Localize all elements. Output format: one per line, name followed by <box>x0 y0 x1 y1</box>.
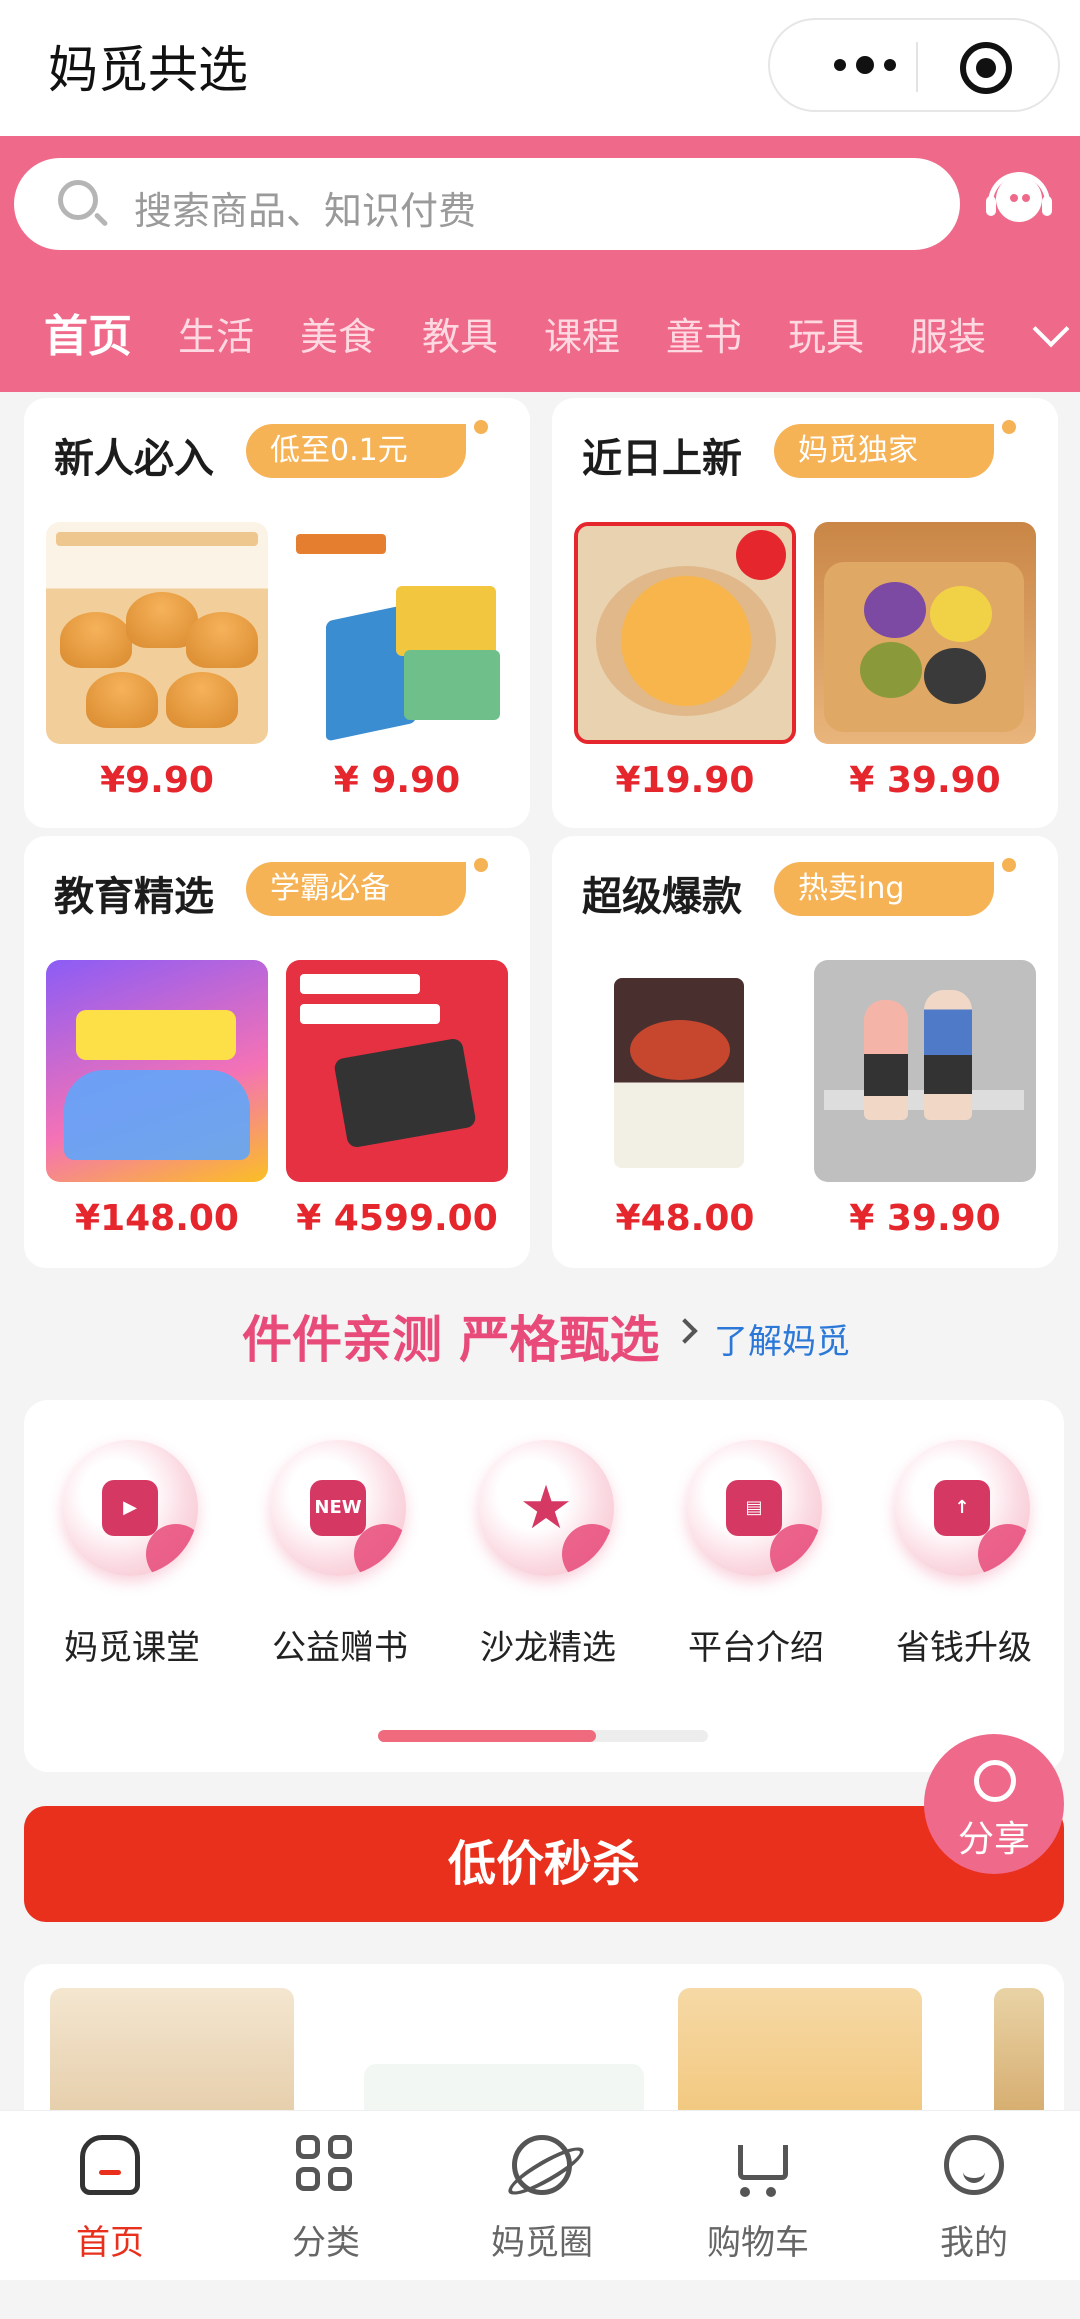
product-image-dumplings[interactable] <box>574 522 796 744</box>
shortcut-classroom[interactable]: ▶ 妈觅课堂 <box>52 1440 202 1680</box>
about-link[interactable]: 了解妈觅 <box>714 1314 850 1363</box>
upgrade-icon: ↑ <box>934 1480 990 1536</box>
mini-program-capsule <box>768 18 1060 112</box>
shortcut-platform-intro[interactable]: ▤ 平台介绍 <box>676 1440 826 1680</box>
product-image-learning-tablet[interactable] <box>286 960 508 1182</box>
promo-card-bestsellers[interactable]: 超级爆款 热卖ing ¥48.00 ¥ 39.90 <box>552 836 1058 1268</box>
shortcut-salon[interactable]: ★ 沙龙精选 <box>468 1440 618 1680</box>
box-play-icon: ▶ <box>102 1480 158 1536</box>
more-dots-icon[interactable] <box>810 40 920 90</box>
category-tabs: 首页 生活 美食 教具 课程 童书 玩具 服装 <box>0 296 1080 376</box>
cart-icon <box>728 2135 788 2197</box>
share-icon <box>974 1760 1016 1802</box>
slogan-text: 件件亲测 严格甄选 <box>242 1311 660 1369</box>
tabbar-label: 我的 <box>940 2223 1008 2263</box>
shortcut-label: 妈觅课堂 <box>64 1628 200 1668</box>
product-price: ¥19.90 <box>615 760 755 801</box>
bottom-tab-bar: 首页 分类 妈觅圈 购物车 我的 <box>0 2110 1080 2280</box>
shortcut-charity-books[interactable]: NEW 公益赠书 <box>260 1440 410 1680</box>
tab-food[interactable]: 美食 <box>300 306 376 361</box>
new-badge-icon: NEW <box>310 1480 366 1536</box>
shortcut-label: 平台介绍 <box>688 1628 824 1668</box>
tabbar-circle[interactable]: 妈觅圈 <box>462 2135 622 2275</box>
search-bar[interactable]: 搜索商品、知识付费 <box>14 158 960 250</box>
tabbar-home[interactable]: 首页 <box>30 2135 190 2275</box>
header-banner: 搜索商品、知识付费 首页 生活 美食 教具 课程 童书 玩具 服装 <box>0 136 1080 392</box>
flash-sale-banner[interactable]: 低价秒杀 <box>24 1806 1064 1922</box>
product-image-kids-clothing[interactable] <box>814 960 1036 1182</box>
capsule-divider <box>916 42 918 92</box>
product-image-noodles[interactable] <box>574 960 796 1182</box>
customer-service-icon[interactable] <box>986 170 1052 236</box>
product-price: ¥9.90 <box>100 760 214 801</box>
tab-courses[interactable]: 课程 <box>544 306 620 361</box>
product-image-steamed-buns[interactable] <box>814 522 1036 744</box>
card-tag: 学霸必备 <box>246 858 488 916</box>
card-title: 教育精选 <box>54 874 214 920</box>
shortcut-label: 沙龙精选 <box>480 1628 616 1668</box>
star-icon: ★ <box>519 1473 573 1543</box>
target-icon[interactable] <box>960 42 1012 94</box>
scroll-indicator-fill <box>378 1730 596 1742</box>
tab-home[interactable]: 首页 <box>44 300 132 364</box>
card-tag: 热卖ing <box>774 858 1016 916</box>
product-image-annual-card[interactable] <box>46 960 268 1182</box>
window-icon: ▤ <box>726 1480 782 1536</box>
card-title: 近日上新 <box>582 436 742 482</box>
share-label: 分享 <box>957 1819 1030 1860</box>
tab-life[interactable]: 生活 <box>178 306 254 361</box>
product-price: ¥ 9.90 <box>333 760 461 801</box>
home-icon <box>80 2135 140 2195</box>
shortcut-scroll-indicator <box>378 1730 708 1742</box>
tabbar-label: 妈觅圈 <box>491 2223 593 2263</box>
share-button[interactable]: 分享 <box>924 1734 1064 1874</box>
tab-childrens-books[interactable]: 童书 <box>666 306 742 361</box>
product-price: ¥ 39.90 <box>849 760 1001 801</box>
search-placeholder: 搜索商品、知识付费 <box>134 189 477 233</box>
product-price: ¥ 39.90 <box>849 1198 1001 1239</box>
tabbar-cart[interactable]: 购物车 <box>678 2135 838 2275</box>
grid-icon <box>296 2135 356 2195</box>
shortcut-grid: ▶ 妈觅课堂 NEW 公益赠书 ★ 沙龙精选 ▤ 平台介绍 ↑ 省钱升级 <box>24 1400 1064 1772</box>
tab-clothing[interactable]: 服装 <box>910 306 986 361</box>
tabbar-label: 分类 <box>292 2223 360 2263</box>
promo-card-new-arrivals[interactable]: 近日上新 妈觅独家 ¥19.90 ¥ 39.90 <box>552 398 1058 828</box>
planet-icon <box>512 2135 572 2195</box>
product-price: ¥48.00 <box>615 1198 755 1239</box>
smile-icon <box>944 2135 1004 2195</box>
system-bar <box>0 2280 1080 2319</box>
card-title: 新人必入 <box>54 436 214 482</box>
shortcut-label: 公益赠书 <box>272 1628 408 1668</box>
promo-card-education[interactable]: 教育精选 学霸必备 ¥148.00 ¥ 4599.00 <box>24 836 530 1268</box>
tab-toys[interactable]: 玩具 <box>788 306 864 361</box>
card-tag: 妈觅独家 <box>774 420 1016 478</box>
tab-teaching-aids[interactable]: 教具 <box>422 306 498 361</box>
card-title: 超级爆款 <box>582 874 742 920</box>
product-image-snack-box[interactable] <box>286 522 508 744</box>
tabbar-label: 购物车 <box>707 2223 809 2263</box>
search-icon <box>58 180 98 220</box>
promo-card-newcomer[interactable]: 新人必入 低至0.1元 ¥9.90 ¥ 9.90 <box>24 398 530 828</box>
tabbar-profile[interactable]: 我的 <box>894 2135 1054 2275</box>
product-price: ¥ 4599.00 <box>296 1198 498 1239</box>
shortcut-upgrade[interactable]: ↑ 省钱升级 <box>884 1440 1034 1680</box>
shortcut-label: 省钱升级 <box>896 1628 1032 1668</box>
product-price: ¥148.00 <box>75 1198 239 1239</box>
top-bar: 妈觅共选 <box>0 0 1080 136</box>
tabbar-category[interactable]: 分类 <box>246 2135 406 2275</box>
tabbar-label: 首页 <box>76 2223 144 2263</box>
app-title: 妈觅共选 <box>48 41 248 99</box>
chevron-down-icon[interactable] <box>1032 310 1070 348</box>
chevron-right-icon[interactable] <box>672 1318 698 1344</box>
card-tag: 低至0.1元 <box>246 420 488 478</box>
product-image-cupcakes[interactable] <box>46 522 268 744</box>
